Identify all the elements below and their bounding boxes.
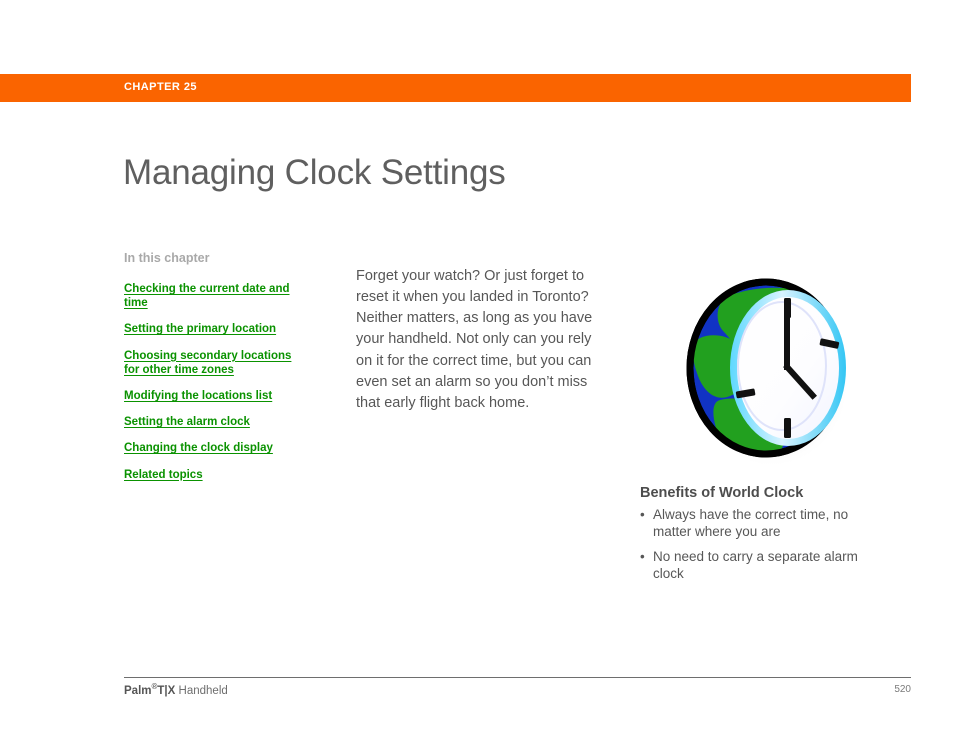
page-title: Managing Clock Settings	[123, 153, 506, 193]
in-this-chapter-nav: In this chapter Checking the current dat…	[124, 251, 299, 494]
in-this-chapter-heading: In this chapter	[124, 251, 210, 265]
benefits-block: Benefits of World Clock • Always have th…	[640, 484, 880, 591]
benefit-text: Always have the correct time, no matter …	[653, 507, 849, 539]
toc-link-checking-date-time[interactable]: Checking the current date and time	[124, 282, 299, 310]
benefit-list-item: • No need to carry a separate alarm cloc…	[640, 549, 880, 582]
benefit-list-item: • Always have the correct time, no matte…	[640, 507, 880, 540]
footer-product: Handheld	[178, 684, 228, 697]
chapter-label: CHAPTER 25	[124, 81, 197, 93]
footer-brand: Palm	[124, 684, 152, 697]
benefit-text: No need to carry a separate alarm clock	[653, 549, 858, 581]
footer-product-label: Palm®T|X Handheld	[124, 682, 228, 697]
footer-model: T|X	[157, 684, 176, 697]
toc-link-related-topics[interactable]: Related topics	[124, 468, 299, 482]
bullet-icon: •	[640, 549, 645, 564]
toc-link-setting-alarm-clock[interactable]: Setting the alarm clock	[124, 415, 299, 429]
toc-link-changing-clock-display[interactable]: Changing the clock display	[124, 441, 299, 455]
bullet-icon: •	[640, 507, 645, 522]
benefits-title: Benefits of World Clock	[640, 485, 804, 501]
footer-divider	[124, 677, 911, 678]
toc-link-setting-primary-location[interactable]: Setting the primary location	[124, 322, 299, 336]
page-number: 520	[894, 684, 911, 695]
intro-paragraph: Forget your watch? Or just forget to res…	[356, 267, 593, 412]
toc-link-choosing-secondary-locations[interactable]: Choosing secondary locations for other t…	[124, 349, 299, 377]
world-clock-icon	[684, 278, 864, 468]
toc-link-modifying-locations-list[interactable]: Modifying the locations list	[124, 389, 299, 403]
